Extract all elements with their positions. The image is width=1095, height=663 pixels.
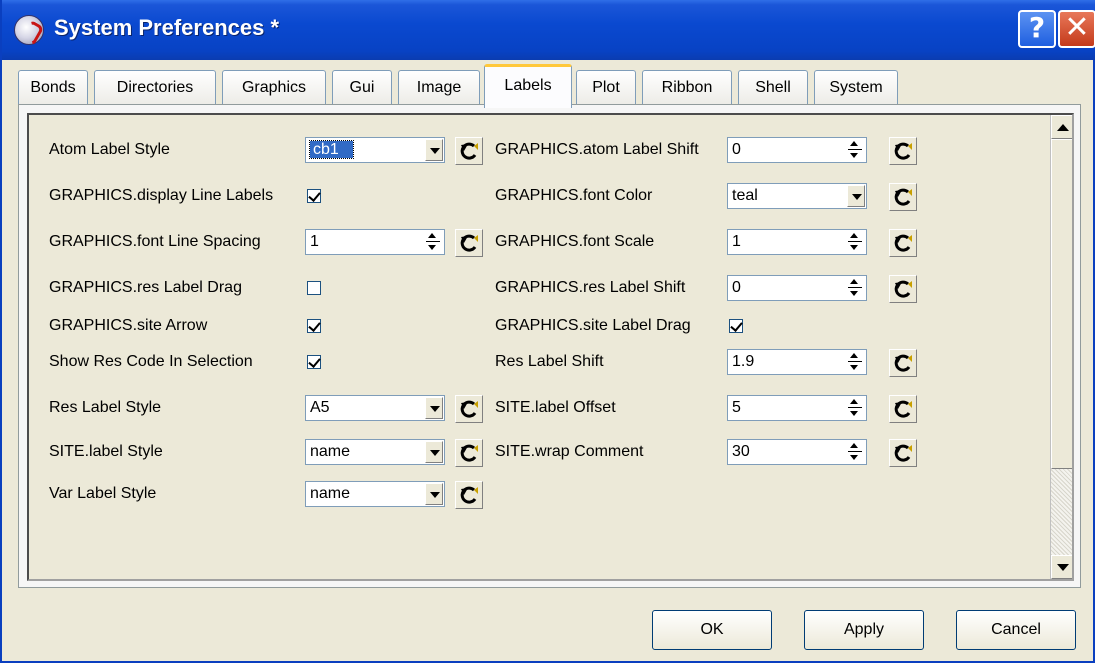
res-label-style-label: Res Label Style	[49, 399, 162, 416]
spinner-icon[interactable]	[425, 231, 441, 253]
ok-button[interactable]: OK	[652, 610, 772, 650]
spinner-icon[interactable]	[847, 277, 863, 299]
tab-ribbon[interactable]: Ribbon	[642, 70, 732, 106]
vertical-scrollbar[interactable]	[1050, 115, 1072, 579]
font-color-label: GRAPHICS.font Color	[495, 187, 653, 204]
chevron-down-icon[interactable]	[425, 441, 443, 463]
font-line-spacing-label: GRAPHICS.font Line Spacing	[49, 233, 261, 250]
show-res-code-label: Show Res Code In Selection	[49, 353, 253, 370]
res-label-shift-g-label: GRAPHICS.res Label Shift	[495, 279, 686, 296]
preferences-window: System Preferences * ? ✕ Bonds Directori…	[0, 0, 1095, 663]
site-label-drag-checkbox[interactable]	[729, 319, 743, 333]
res-label-style-select[interactable]: A5	[305, 395, 445, 421]
font-color-select[interactable]: teal	[727, 183, 867, 209]
reset-arrow-icon[interactable]	[889, 349, 917, 377]
spinner-icon[interactable]	[847, 397, 863, 419]
reset-arrow-icon[interactable]	[455, 439, 483, 467]
var-label-style-select[interactable]: name	[305, 481, 445, 507]
title-bar[interactable]: System Preferences * ? ✕	[2, 0, 1095, 60]
spinner-icon[interactable]	[847, 441, 863, 463]
tab-plot[interactable]: Plot	[576, 70, 636, 106]
tab-labels[interactable]: Labels	[484, 64, 572, 108]
reset-arrow-icon[interactable]	[889, 183, 917, 211]
tab-bonds[interactable]: Bonds	[18, 70, 88, 106]
chevron-down-icon[interactable]	[847, 185, 865, 207]
atom-label-style-select[interactable]: cb1	[305, 137, 445, 163]
tab-image[interactable]: Image	[398, 70, 480, 106]
font-scale-label: GRAPHICS.font Scale	[495, 233, 655, 250]
help-button[interactable]: ?	[1018, 10, 1056, 48]
res-label-shift-field[interactable]: 1.9	[727, 349, 867, 375]
labels-panel: Atom Label Style cb1 GRAPHICS.atom Label…	[18, 104, 1081, 588]
chevron-down-icon[interactable]	[425, 483, 443, 505]
reset-arrow-icon[interactable]	[889, 229, 917, 257]
var-label-style-label: Var Label Style	[49, 485, 157, 502]
show-res-code-checkbox[interactable]	[307, 355, 321, 369]
reset-arrow-icon[interactable]	[889, 439, 917, 467]
spinner-icon[interactable]	[847, 139, 863, 161]
atom-label-style-label: Atom Label Style	[49, 141, 170, 158]
spinner-icon[interactable]	[847, 351, 863, 373]
close-icon: ✕	[1064, 10, 1090, 45]
apply-button[interactable]: Apply	[804, 610, 924, 650]
atom-label-shift-field[interactable]: 0	[727, 137, 867, 163]
res-label-shift-g-field[interactable]: 0	[727, 275, 867, 301]
font-line-spacing-field[interactable]: 1	[305, 229, 445, 255]
site-arrow-label: GRAPHICS.site Arrow	[49, 317, 208, 334]
site-label-style-label: SITE.label Style	[49, 443, 163, 460]
tab-directories[interactable]: Directories	[94, 70, 216, 106]
tab-system[interactable]: System	[814, 70, 898, 106]
site-wrap-comment-field[interactable]: 30	[727, 439, 867, 465]
site-label-style-select[interactable]: name	[305, 439, 445, 465]
site-label-offset-field[interactable]: 5	[727, 395, 867, 421]
cancel-button[interactable]: Cancel	[956, 610, 1076, 650]
help-icon: ?	[1028, 11, 1046, 44]
scroll-up-button[interactable]	[1051, 115, 1072, 139]
scroll-thumb[interactable]	[1051, 139, 1072, 469]
reset-arrow-icon[interactable]	[889, 395, 917, 423]
font-scale-field[interactable]: 1	[727, 229, 867, 255]
tab-graphics[interactable]: Graphics	[222, 70, 326, 106]
res-label-drag-label: GRAPHICS.res Label Drag	[49, 279, 242, 296]
display-line-labels-label: GRAPHICS.display Line Labels	[49, 187, 274, 204]
tab-gui[interactable]: Gui	[332, 70, 392, 106]
site-arrow-checkbox[interactable]	[307, 319, 321, 333]
settings-scroll-area: Atom Label Style cb1 GRAPHICS.atom Label…	[27, 113, 1074, 581]
window-title: System Preferences *	[54, 15, 280, 40]
tab-shell[interactable]: Shell	[738, 70, 808, 106]
reset-arrow-icon[interactable]	[455, 229, 483, 257]
reset-arrow-icon[interactable]	[889, 137, 917, 165]
res-label-drag-checkbox[interactable]	[307, 281, 321, 295]
display-line-labels-checkbox[interactable]	[307, 189, 321, 203]
site-label-offset-label: SITE.label Offset	[495, 399, 616, 416]
res-label-shift-label: Res Label Shift	[495, 353, 604, 370]
atom-label-shift-label: GRAPHICS.atom Label Shift	[495, 141, 699, 158]
reset-arrow-icon[interactable]	[889, 275, 917, 303]
close-button[interactable]: ✕	[1058, 10, 1095, 48]
reset-arrow-icon[interactable]	[455, 481, 483, 509]
chevron-down-icon[interactable]	[425, 139, 443, 161]
atom-label-style-value: cb1	[309, 140, 354, 159]
scroll-track[interactable]	[1051, 469, 1072, 555]
scroll-down-button[interactable]	[1051, 555, 1072, 579]
spinner-icon[interactable]	[847, 231, 863, 253]
reset-arrow-icon[interactable]	[455, 395, 483, 423]
site-label-drag-label: GRAPHICS.site Label Drag	[495, 317, 691, 334]
chevron-down-icon[interactable]	[425, 397, 443, 419]
site-wrap-comment-label: SITE.wrap Comment	[495, 443, 644, 460]
reset-arrow-icon[interactable]	[455, 137, 483, 165]
app-logo-icon	[14, 15, 44, 45]
